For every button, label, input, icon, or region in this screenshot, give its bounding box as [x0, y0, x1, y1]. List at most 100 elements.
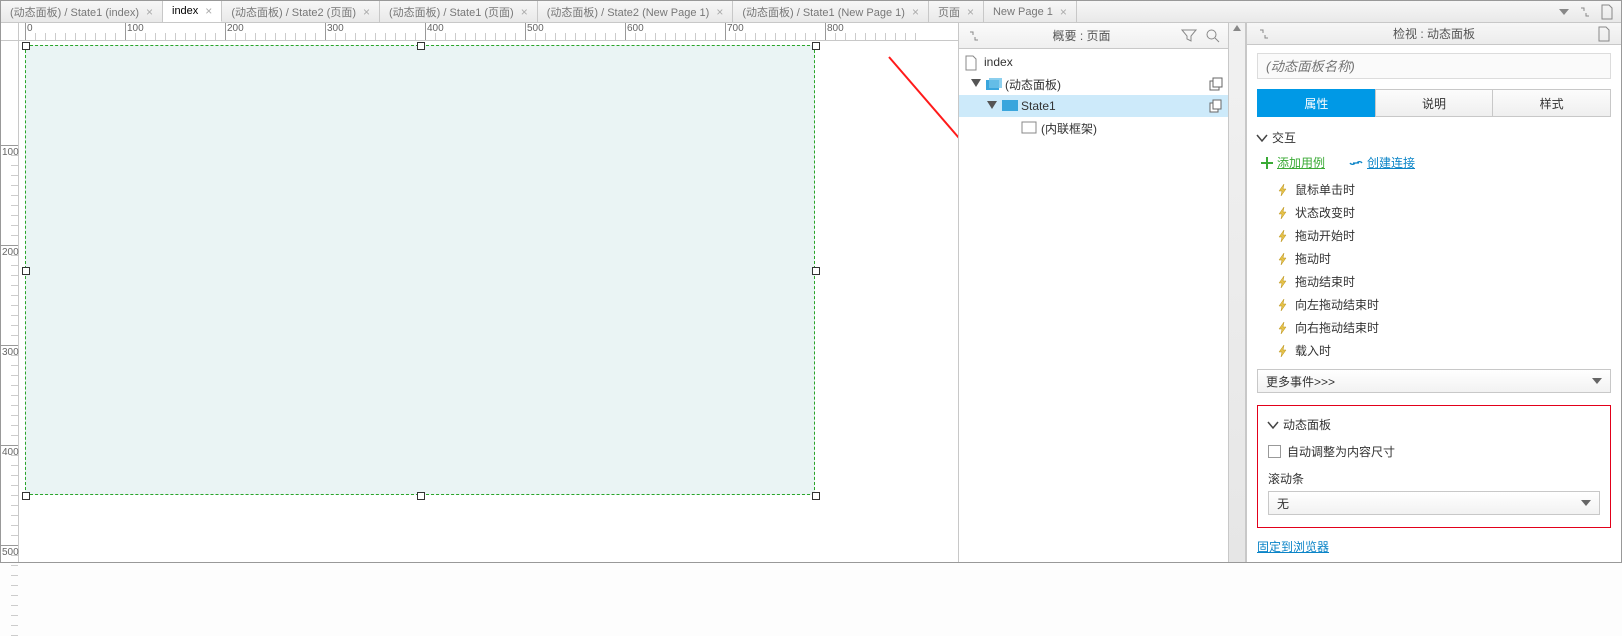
chevron-down-icon — [1592, 378, 1602, 384]
page-icon — [965, 56, 979, 68]
filter-icon[interactable] — [1180, 27, 1198, 45]
lightning-icon — [1277, 299, 1289, 311]
lightning-icon — [1277, 207, 1289, 219]
widget-name-input[interactable] — [1257, 53, 1611, 79]
tab-label: (动态面板) / State2 (New Page 1) — [547, 4, 710, 20]
tab-style[interactable]: 样式 — [1492, 89, 1611, 117]
close-icon[interactable]: × — [1060, 5, 1067, 19]
ruler-tick-label: 100 — [2, 147, 19, 158]
tab-notes[interactable]: 说明 — [1375, 89, 1494, 117]
tab[interactable]: New Page 1× — [984, 1, 1077, 22]
document-tabs: (动态面板) / State1 (index) × index × (动态面板) /… — [1, 1, 1621, 23]
page-icon — [1601, 5, 1613, 19]
dynamic-panel-widget[interactable] — [25, 45, 815, 495]
collapse-icon[interactable] — [1255, 25, 1273, 43]
link-icon — [1349, 158, 1363, 168]
canvas[interactable] — [19, 41, 958, 562]
chevron-down-icon — [1257, 133, 1267, 143]
ruler-tick-label: 0 — [27, 23, 33, 34]
ruler-origin — [1, 23, 19, 41]
tab[interactable]: (动态面板) / State2 (New Page 1) × — [538, 1, 734, 22]
collapse-icon[interactable] — [965, 27, 983, 45]
tab[interactable]: (动态面板) / State1 (index) × — [1, 1, 163, 22]
event-label: 向左拖动结束时 — [1295, 296, 1379, 313]
tab[interactable]: 页面× — [929, 1, 984, 22]
checkbox-label: 自动调整为内容尺寸 — [1287, 443, 1395, 460]
tab-label: index — [172, 5, 198, 17]
add-case-button[interactable]: 添加用例 — [1261, 154, 1325, 171]
outline-tree: index (动态面板) State1 (内联框架) — [959, 49, 1228, 562]
resize-handle-se[interactable] — [812, 492, 820, 500]
tab-label: 样式 — [1540, 95, 1564, 112]
dynamic-panel-icon — [986, 78, 1000, 90]
expander-open-icon[interactable] — [987, 101, 997, 111]
tree-row[interactable]: (内联框架) — [959, 117, 1228, 139]
tabs-overflow[interactable] — [1551, 1, 1621, 22]
expander-open-icon[interactable] — [971, 79, 981, 89]
panel-gutter[interactable] — [1228, 23, 1246, 562]
checkbox-fit-content[interactable]: 自动调整为内容尺寸 — [1268, 443, 1600, 460]
tree-row[interactable]: (动态面板) — [959, 73, 1228, 95]
event-item[interactable]: 拖动开始时 — [1277, 227, 1611, 244]
tab-label: (动态面板) / State1 (index) — [10, 4, 139, 20]
event-item[interactable]: 状态改变时 — [1277, 204, 1611, 221]
tab-properties[interactable]: 属性 — [1257, 89, 1376, 117]
outline-panel: 概要 : 页面 index (动态面板) State1 — [958, 23, 1228, 562]
section-header[interactable]: 动态面板 — [1268, 416, 1600, 433]
search-icon[interactable] — [1204, 27, 1222, 45]
tab[interactable]: (动态面板) / State1 (New Page 1) × — [733, 1, 929, 22]
ruler-tick-label: 200 — [2, 247, 19, 258]
section-header[interactable]: 交互 — [1257, 129, 1611, 146]
event-item[interactable]: 载入时 — [1277, 342, 1611, 359]
close-icon[interactable]: × — [521, 5, 528, 19]
tree-label: (动态面板) — [1005, 76, 1205, 93]
tab-label: (动态面板) / State1 (New Page 1) — [742, 4, 905, 20]
plus-icon — [1261, 157, 1273, 169]
section-interaction: 交互 添加用例 创建连接 鼠标单击时状态改变时拖动开始时拖动时拖动结束时向左拖动… — [1257, 129, 1611, 393]
close-icon[interactable]: × — [912, 5, 919, 19]
resize-handle-ne[interactable] — [812, 42, 820, 50]
event-label: 载入时 — [1295, 342, 1331, 359]
resize-handle-e[interactable] — [812, 267, 820, 275]
tree-label: State1 — [1021, 99, 1205, 113]
scrollbar-select[interactable]: 无 — [1268, 491, 1600, 515]
inspector-header: 检视 : 动态面板 — [1247, 23, 1621, 45]
tree-row[interactable]: State1 — [959, 95, 1228, 117]
pin-row: 固定到浏览器 — [1257, 538, 1611, 555]
event-item[interactable]: 拖动结束时 — [1277, 273, 1611, 290]
tab[interactable]: index × — [163, 1, 222, 22]
create-link-button[interactable]: 创建连接 — [1349, 154, 1415, 171]
ruler-tick-label: 300 — [2, 347, 19, 358]
close-icon[interactable]: × — [967, 5, 974, 19]
tab[interactable]: (动态面板) / State1 (页面)× — [380, 1, 538, 22]
event-list: 鼠标单击时状态改变时拖动开始时拖动时拖动结束时向左拖动结束时向右拖动结束时载入时 — [1277, 181, 1611, 359]
highlighted-dp-section: 动态面板 自动调整为内容尺寸 滚动条 无 — [1257, 405, 1611, 528]
resize-handle-nw[interactable] — [22, 42, 30, 50]
pin-to-browser-link[interactable]: 固定到浏览器 — [1257, 540, 1329, 554]
state-icon — [1002, 100, 1016, 112]
tree-row-root[interactable]: index — [959, 51, 1228, 73]
copy-icon[interactable] — [1210, 100, 1222, 112]
tab-label: 属性 — [1304, 95, 1328, 112]
tabs-filler — [1077, 1, 1551, 22]
stack-icon[interactable] — [1210, 78, 1222, 90]
event-item[interactable]: 向右拖动结束时 — [1277, 319, 1611, 336]
close-icon[interactable]: × — [716, 5, 723, 19]
more-events-select[interactable]: 更多事件>>> — [1257, 369, 1611, 393]
page-icon[interactable] — [1595, 25, 1613, 43]
close-icon[interactable]: × — [146, 5, 153, 19]
main: 0100200300400500600700800 10020030040050… — [1, 23, 1621, 562]
collapse-icon — [1579, 6, 1591, 18]
close-icon[interactable]: × — [205, 4, 212, 18]
chevron-down-icon — [1581, 500, 1591, 506]
resize-handle-sw[interactable] — [22, 492, 30, 500]
interaction-links: 添加用例 创建连接 — [1261, 154, 1611, 171]
resize-handle-w[interactable] — [22, 267, 30, 275]
resize-handle-s[interactable] — [417, 492, 425, 500]
event-item[interactable]: 鼠标单击时 — [1277, 181, 1611, 198]
event-item[interactable]: 向左拖动结束时 — [1277, 296, 1611, 313]
resize-handle-n[interactable] — [417, 42, 425, 50]
tab[interactable]: (动态面板) / State2 (页面)× — [222, 1, 380, 22]
close-icon[interactable]: × — [363, 5, 370, 19]
event-item[interactable]: 拖动时 — [1277, 250, 1611, 267]
